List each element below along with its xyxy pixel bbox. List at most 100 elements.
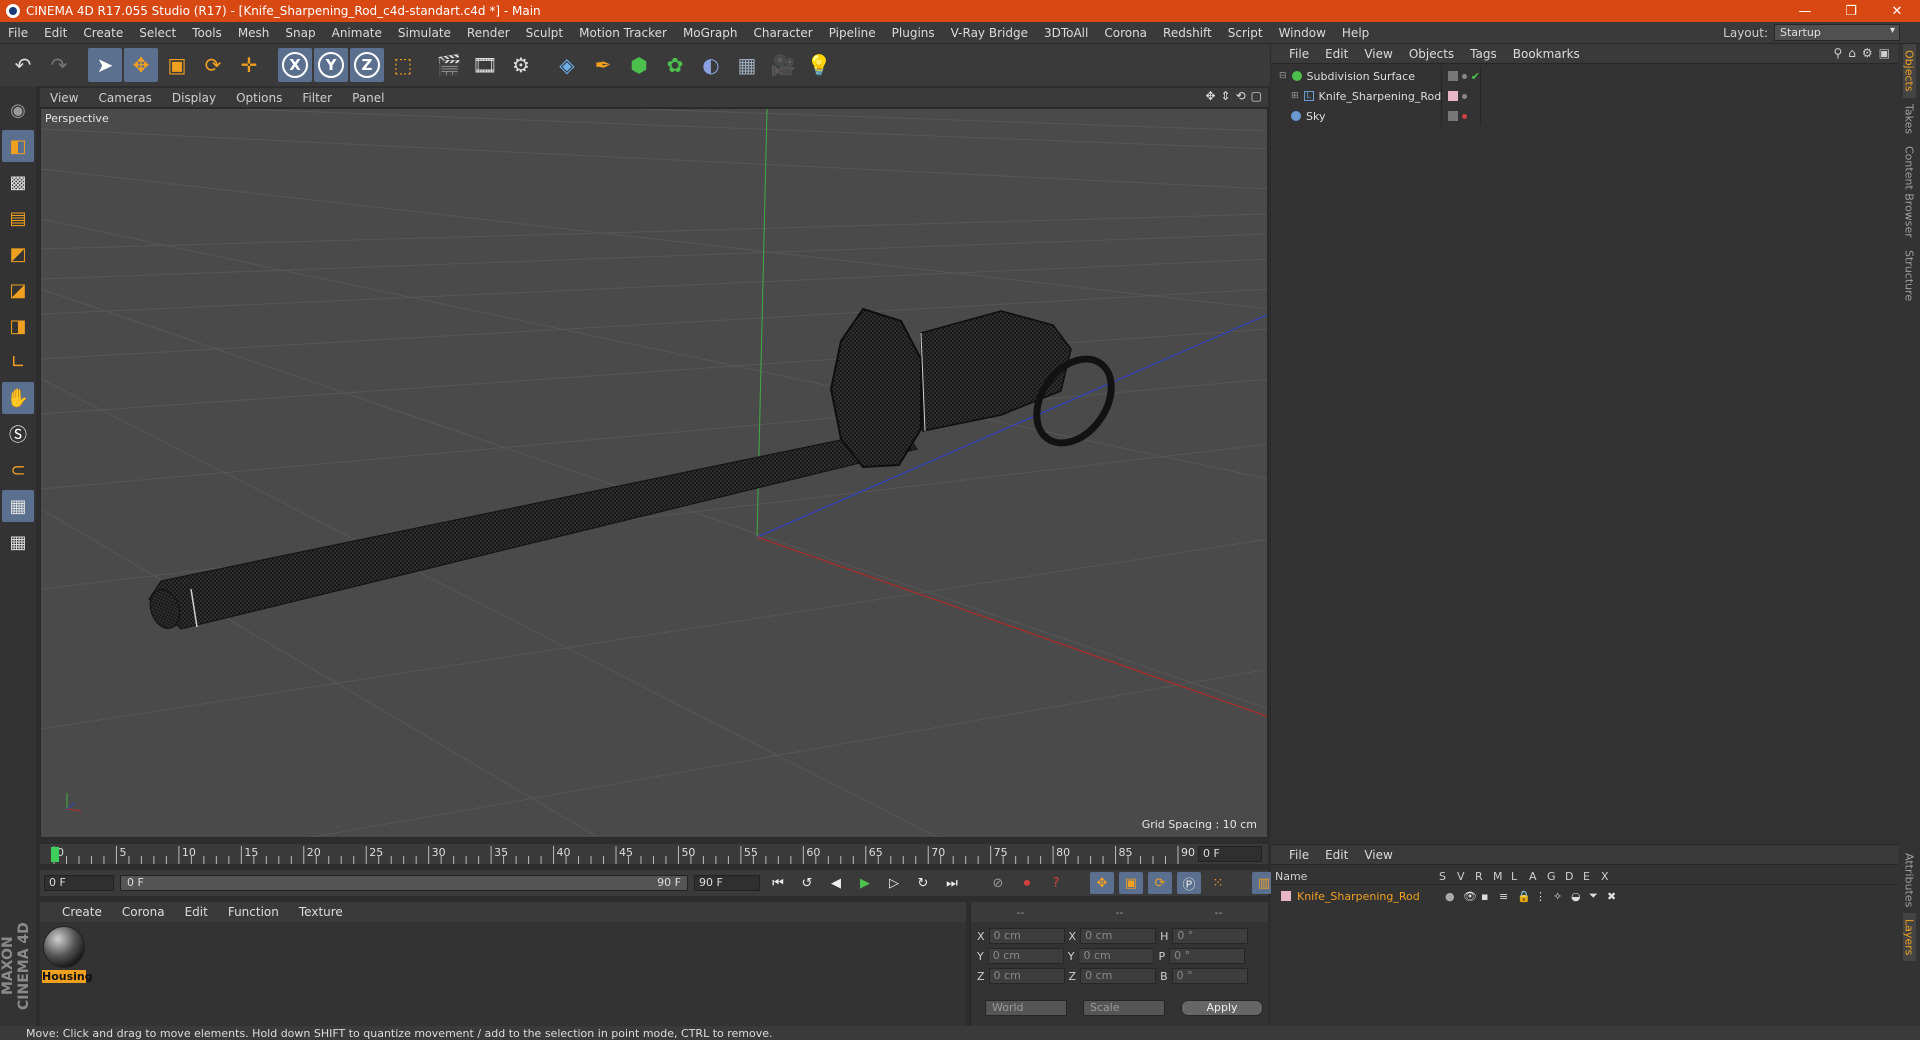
edges-mode-icon[interactable]: ◪ [2, 274, 34, 306]
next-key-icon[interactable]: ↻ [911, 872, 935, 894]
menu-help[interactable]: Help [1334, 26, 1377, 40]
layers-menu-edit[interactable]: Edit [1317, 848, 1356, 862]
pan-icon[interactable]: ✥ [1205, 89, 1215, 103]
minimize-button[interactable]: — [1782, 0, 1828, 22]
deformers-icon[interactable]: ◒ [1571, 890, 1589, 903]
menu-simulate[interactable]: Simulate [390, 26, 459, 40]
coordinate-system-icon[interactable]: ⬚ [386, 48, 420, 82]
render-icon[interactable]: ▪ [1481, 890, 1499, 903]
size-y-field[interactable]: 0 cm [1078, 948, 1155, 964]
key-position-icon[interactable]: ✥ [1090, 872, 1114, 894]
perspective-viewport[interactable]: Perspective Grid Spacing : 10 cm [40, 108, 1268, 838]
edit-render-settings-icon[interactable]: ⚙ [504, 48, 538, 82]
subdivision-icon[interactable]: ⬢ [622, 48, 656, 82]
play-icon[interactable]: ▶ [853, 872, 877, 894]
menu-pipeline[interactable]: Pipeline [821, 26, 884, 40]
view-icon[interactable]: 👁 [1463, 890, 1481, 903]
menu-create[interactable]: Create [75, 26, 131, 40]
rotation-h-field[interactable]: 0 ° [1172, 928, 1249, 944]
coordinate-space-select[interactable]: World [985, 1000, 1067, 1016]
next-frame-icon[interactable]: ▷ [882, 872, 906, 894]
menu-select[interactable]: Select [131, 26, 184, 40]
layer-icon[interactable] [1448, 111, 1458, 121]
menu-animate[interactable]: Animate [324, 26, 390, 40]
frame-range-slider[interactable]: 0 F 90 F [120, 875, 688, 891]
redo-icon[interactable]: ↷ [42, 48, 76, 82]
record-key-icon[interactable]: ⏺ [1015, 872, 1039, 894]
key-rotation-icon[interactable]: ⟳ [1148, 872, 1172, 894]
dolly-icon[interactable]: ⇕ [1221, 89, 1231, 103]
layer-row[interactable]: Knife_Sharpening_Rod ● 👁 ▪ ≡ 🔒 ⋮ ✧ ◒ ⏷ ✖ [1271, 887, 1898, 905]
menu-mesh[interactable]: Mesh [230, 26, 278, 40]
light-icon[interactable]: 💡 [802, 48, 836, 82]
objects-menu-file[interactable]: File [1281, 47, 1317, 61]
workplane-lock-icon[interactable]: ▦ [2, 490, 34, 522]
maximize-view-icon[interactable]: ▢ [1251, 89, 1262, 103]
workplane-icon[interactable]: ▦ [2, 526, 34, 558]
position-x-field[interactable]: 0 cm [988, 928, 1065, 944]
material-menu-function[interactable]: Function [218, 905, 289, 919]
generators-icon[interactable]: ✧ [1553, 890, 1571, 903]
undo-icon[interactable]: ↶ [6, 48, 40, 82]
menu-corona[interactable]: Corona [1096, 26, 1155, 40]
deformer-icon[interactable]: ◐ [694, 48, 728, 82]
snap-icon[interactable]: Ⓢ [2, 418, 34, 450]
layer-color-icon[interactable] [1281, 891, 1291, 901]
model-mode-icon[interactable]: ◧ [2, 130, 34, 162]
settings-icon[interactable]: ⚙ [1862, 46, 1873, 60]
select-icon[interactable]: ➤ [88, 48, 122, 82]
size-x-field[interactable]: 0 cm [1080, 928, 1157, 944]
key-parameter-icon[interactable]: Ⓟ [1177, 872, 1201, 894]
home-icon[interactable]: ⌂ [1848, 46, 1856, 60]
rotation-p-field[interactable]: 0 ° [1169, 948, 1246, 964]
menu-mograph[interactable]: MoGraph [675, 26, 746, 40]
material-menu-create[interactable]: Create [52, 905, 112, 919]
menu-motion-tracker[interactable]: Motion Tracker [571, 26, 675, 40]
start-frame-field[interactable]: 0 F [44, 875, 114, 891]
layers-menu-view[interactable]: View [1356, 848, 1400, 862]
visibility-dot[interactable] [1461, 73, 1467, 79]
viewport-menu-view[interactable]: View [40, 91, 88, 105]
objects-menu-view[interactable]: View [1356, 47, 1400, 61]
menu-redshift[interactable]: Redshift [1155, 26, 1220, 40]
expressions-icon[interactable]: ⏷ [1589, 889, 1607, 903]
timeline-ruler[interactable]: 0 5 10 15 20 25 30 35 40 45 50 55 60 65 70 75 80 85 90 0 F [40, 844, 1268, 864]
material-menu-corona[interactable]: Corona [112, 905, 175, 919]
apply-button[interactable]: Apply [1181, 1000, 1263, 1016]
tab-structure[interactable]: Structure [1903, 244, 1916, 307]
menu-plugins[interactable]: Plugins [884, 26, 943, 40]
menu-snap[interactable]: Snap [277, 26, 323, 40]
animation-icon[interactable]: ⋮ [1535, 890, 1553, 903]
tab-takes[interactable]: Takes [1903, 98, 1916, 140]
orbit-icon[interactable]: ⟲ [1236, 89, 1246, 103]
viewport-label[interactable]: Perspective [45, 112, 109, 125]
tweak-mode-icon[interactable]: ✋ [2, 382, 34, 414]
magnet-icon[interactable]: ⊂ [2, 454, 34, 486]
y-axis-icon[interactable]: Y [314, 48, 348, 82]
layers-menu-file[interactable]: File [1281, 848, 1317, 862]
x-axis-icon[interactable]: X [278, 48, 312, 82]
close-button[interactable]: ✕ [1874, 0, 1920, 22]
visibility-dot[interactable] [1462, 113, 1467, 119]
menu-edit[interactable]: Edit [36, 26, 75, 40]
position-y-field[interactable]: 0 cm [987, 948, 1064, 964]
viewport-menu-filter[interactable]: Filter [292, 91, 342, 105]
render-view-icon[interactable]: 🎬 [432, 48, 466, 82]
cube-icon[interactable]: ◈ [550, 48, 584, 82]
menu-file[interactable]: File [0, 26, 36, 40]
rotation-b-field[interactable]: 0 ° [1171, 968, 1248, 984]
key-pla-icon[interactable]: ⁙ [1206, 872, 1230, 894]
live-select-icon[interactable]: ✛ [232, 48, 266, 82]
material-menu-texture[interactable]: Texture [289, 905, 353, 919]
pen-icon[interactable]: ✒ [586, 48, 620, 82]
viewport-menu-panel[interactable]: Panel [342, 91, 394, 105]
tab-content-browser[interactable]: Content Browser [1903, 140, 1916, 244]
texture-mode-icon[interactable]: ▩ [2, 166, 34, 198]
array-icon[interactable]: ✿ [658, 48, 692, 82]
end-frame-field[interactable]: 90 F [694, 875, 760, 891]
objects-menu-bookmarks[interactable]: Bookmarks [1505, 47, 1588, 61]
material-menu-edit[interactable]: Edit [175, 905, 218, 919]
scale-icon[interactable]: ▣ [160, 48, 194, 82]
size-z-field[interactable]: 0 cm [1080, 968, 1157, 984]
coordinate-mode-select[interactable]: Scale [1083, 1000, 1165, 1016]
